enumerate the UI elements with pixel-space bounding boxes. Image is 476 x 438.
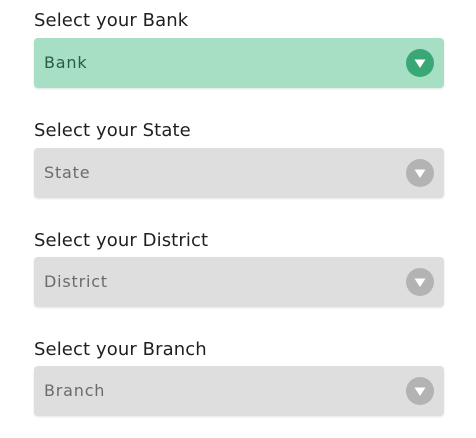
bank-label: Select your Bank [34,10,189,31]
state-select[interactable]: State [34,148,444,198]
bank-select-value: Bank [44,53,88,72]
branch-field-group: Select your Branch Branch [34,339,444,416]
branch-label: Select your Branch [34,339,207,360]
district-select[interactable]: District [34,257,444,307]
district-select-value: District [44,272,108,291]
branch-select-value: Branch [44,381,106,400]
bank-branch-form: Select your Bank Bank Select your State … [0,0,476,438]
district-label: Select your District [34,230,209,251]
branch-select[interactable]: Branch [34,366,444,416]
state-field-group: Select your State State [34,120,444,198]
chevron-down-icon [406,159,434,187]
chevron-down-icon[interactable] [406,49,434,77]
district-field-group: Select your District District [34,230,444,307]
state-label: Select your State [34,120,191,141]
chevron-down-icon [406,268,434,296]
state-select-value: State [44,163,91,182]
bank-field-group: Select your Bank Bank [34,10,444,88]
chevron-down-icon [406,377,434,405]
bank-select[interactable]: Bank [34,38,444,88]
